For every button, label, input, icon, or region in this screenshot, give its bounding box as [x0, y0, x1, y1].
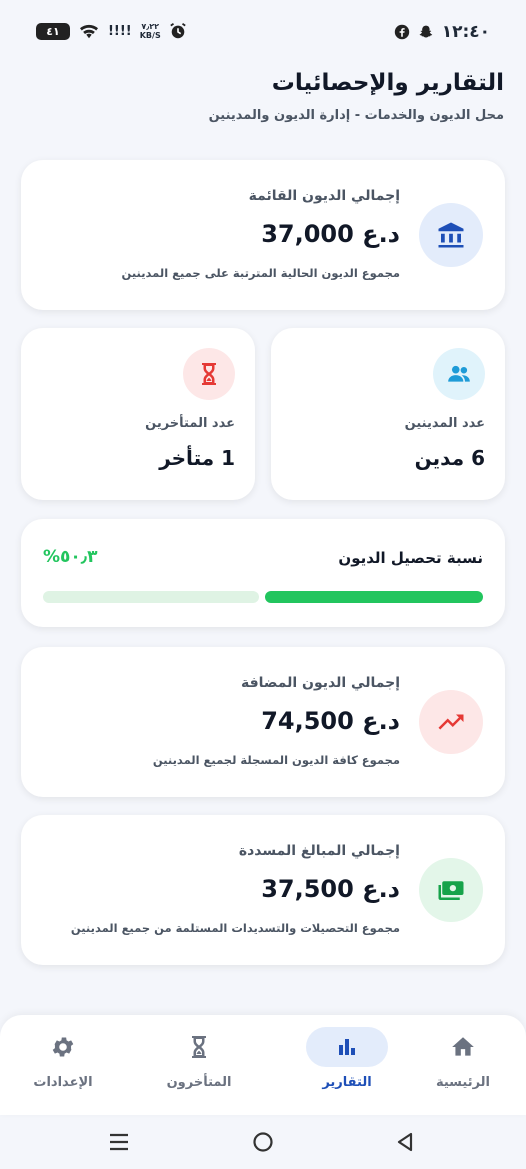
added-debts-description: مجموع كافة الديون المسجلة لجميع المدينين	[152, 753, 400, 767]
gear-icon	[22, 1027, 104, 1067]
money-icon	[419, 858, 483, 922]
overdue-count-value: 1 متأخر	[159, 446, 235, 470]
nav-reports-label: التقارير	[322, 1075, 372, 1090]
hourglass-icon	[158, 1027, 240, 1067]
nav-overdue[interactable]: المتأخرون	[144, 1027, 254, 1090]
page-title: التقارير والإحصائيات	[271, 70, 504, 96]
total-debt-label: إجمالي الديون القائمة	[248, 188, 400, 204]
back-icon[interactable]	[394, 1131, 416, 1153]
signal-indicator: !!!!	[108, 23, 132, 39]
net-speed-value: ٧٫٢٢	[141, 22, 160, 31]
debtors-count-value: 6 مدين	[414, 446, 485, 470]
total-debt-card: إجمالي الديون القائمة 37,000 د.ع مجموع ا…	[21, 160, 505, 310]
paid-amounts-card: إجمالي المبالغ المسددة 37,500 د.ع مجموع …	[21, 815, 505, 965]
battery-indicator: ٤١	[36, 22, 70, 40]
home-icon	[422, 1027, 504, 1067]
nav-overdue-label: المتأخرون	[166, 1075, 232, 1090]
nav-home-label: الرئيسية	[435, 1075, 491, 1090]
facebook-icon	[394, 24, 409, 40]
people-icon	[433, 348, 485, 400]
trending-up-icon	[419, 690, 483, 754]
bar-chart-icon	[306, 1027, 388, 1067]
net-speed: ٧٫٢٢ KB/S	[140, 22, 161, 40]
progress-remaining	[43, 591, 259, 603]
page-subtitle: محل الديون والخدمات - إدارة الديون والمد…	[208, 108, 504, 123]
home-circle-icon[interactable]	[252, 1131, 274, 1153]
status-left: ٤١ !!!! ٧٫٢٢ KB/S	[36, 22, 187, 40]
progress-fill	[265, 591, 483, 603]
added-debts-card: إجمالي الديون المضافة 74,500 د.ع مجموع ك…	[21, 647, 505, 797]
total-debt-description: مجموع الديون الحالية المترتبة على جميع ا…	[121, 266, 400, 280]
nav-settings-label: الإعدادات	[33, 1075, 93, 1090]
debtors-count-card: عدد المدينين 6 مدين	[271, 328, 505, 500]
debtors-count-label: عدد المدينين	[404, 416, 485, 431]
nav-reports[interactable]: التقارير	[292, 1027, 402, 1090]
bank-icon	[419, 203, 483, 267]
hourglass-icon	[183, 348, 235, 400]
collection-rate-label: نسبة تحصيل الديون	[338, 549, 483, 567]
collection-rate-card: نسبة تحصيل الديون %٥٠٫٣	[21, 519, 505, 627]
snapchat-icon	[419, 25, 432, 38]
wifi-icon	[80, 24, 98, 39]
overdue-count-label: عدد المتأخرين	[145, 416, 235, 431]
collection-progress-bar	[43, 591, 483, 603]
paid-amounts-description: مجموع التحصيلات والتسديدات المستلمة من ج…	[70, 921, 400, 935]
status-right: ١٢:٤٠	[394, 22, 490, 42]
net-speed-unit: KB/S	[139, 31, 161, 40]
bottom-navigation: الرئيسية التقارير المتأخرون الإعدادات	[0, 1015, 526, 1115]
total-debt-value: 37,000 د.ع	[261, 220, 400, 248]
paid-amounts-label: إجمالي المبالغ المسددة	[238, 843, 400, 859]
menu-icon[interactable]	[108, 1131, 130, 1153]
nav-settings[interactable]: الإعدادات	[8, 1027, 118, 1090]
collection-rate-percent: %٥٠٫٣	[43, 547, 98, 567]
added-debts-label: إجمالي الديون المضافة	[241, 675, 400, 691]
added-debts-value: 74,500 د.ع	[261, 707, 400, 735]
alarm-icon	[170, 23, 186, 39]
paid-amounts-value: 37,500 د.ع	[261, 875, 400, 903]
clock: ١٢:٤٠	[441, 22, 490, 42]
status-bar: ٤١ !!!! ٧٫٢٢ KB/S ١٢:٤٠	[0, 0, 526, 66]
system-navigation-bar	[0, 1118, 526, 1169]
nav-home[interactable]: الرئيسية	[408, 1027, 518, 1090]
overdue-count-card: عدد المتأخرين 1 متأخر	[21, 328, 255, 500]
page-header: التقارير والإحصائيات محل الديون والخدمات…	[209, 70, 504, 123]
